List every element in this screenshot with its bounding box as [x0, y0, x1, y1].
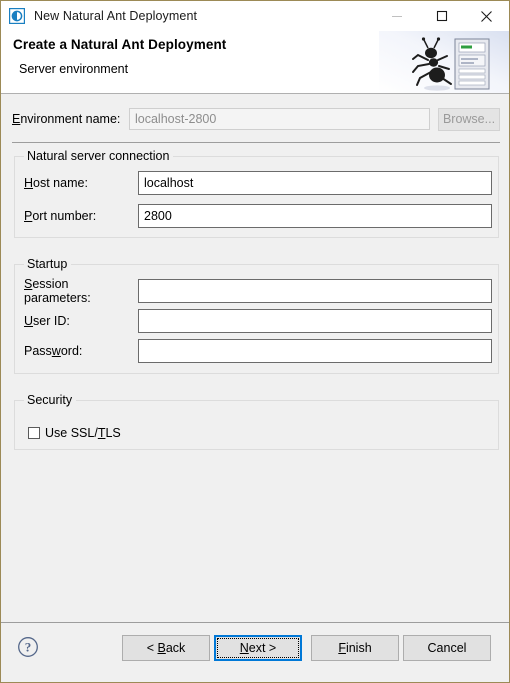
session-parameters-row: Session parameters:	[24, 277, 492, 305]
dialog-window: New Natural Ant Deployment Create a Natu…	[0, 0, 510, 683]
group-natural-server-connection: Natural server connection Host name: Por…	[14, 149, 499, 238]
dialog-body: Environment name: Browse... Natural serv…	[1, 94, 509, 622]
group-title-startup: Startup	[24, 257, 72, 271]
close-icon[interactable]	[464, 1, 509, 31]
back-button[interactable]: < Back	[122, 635, 210, 661]
password-row: Password:	[24, 339, 492, 363]
use-ssl-tls-label-pre: Use SSL/	[45, 426, 98, 440]
use-ssl-tls-checkbox[interactable]	[28, 427, 40, 439]
use-ssl-tls-checkbox-row[interactable]: Use SSL/TLS	[28, 426, 121, 440]
title-bar: New Natural Ant Deployment	[1, 1, 509, 31]
session-parameters-label: Session parameters:	[24, 277, 91, 305]
browse-button-label: Browse...	[442, 111, 496, 126]
minimize-icon[interactable]	[374, 1, 419, 31]
environment-name-input[interactable]	[129, 108, 430, 130]
cancel-button[interactable]: Cancel	[403, 635, 491, 661]
user-id-row: User ID:	[24, 309, 492, 333]
host-name-row: Host name:	[24, 171, 492, 195]
password-mnemonic: w	[51, 344, 61, 358]
back-button-label: < Back	[146, 641, 186, 655]
cancel-button-label: Cancel	[427, 641, 467, 655]
user-id-label: User ID:	[24, 314, 70, 328]
environment-name-label: Environment name:	[12, 112, 129, 126]
password-label: Password:	[24, 344, 83, 358]
finish-button[interactable]: Finish	[311, 635, 399, 661]
port-number-row: Port number:	[24, 204, 492, 228]
window-title: New Natural Ant Deployment	[34, 9, 198, 23]
browse-button[interactable]: Browse...	[438, 107, 500, 131]
port-number-label: Port number:	[24, 209, 97, 223]
group-startup: Startup Session parameters: User ID: Pas…	[14, 257, 499, 374]
user-id-mnemonic: U	[24, 314, 34, 328]
environment-name-label-rest: nvironment name:	[20, 112, 121, 126]
dialog-button-bar: ? < Back Next > Finish Cancel	[1, 622, 509, 682]
wizard-banner: Create a Natural Ant Deployment Server e…	[1, 31, 509, 94]
svg-text:?: ?	[25, 640, 32, 655]
next-button-label: Next >	[239, 641, 277, 655]
host-name-input[interactable]	[138, 171, 492, 195]
window-controls	[374, 1, 509, 31]
group-title-security: Security	[24, 393, 77, 407]
natural-app-icon	[8, 7, 26, 25]
maximize-icon[interactable]	[419, 1, 464, 31]
environment-name-row: Environment name: Browse...	[12, 107, 500, 131]
ant-and-server-icon	[379, 31, 509, 93]
use-ssl-tls-label-post: LS	[105, 426, 121, 440]
password-input[interactable]	[138, 339, 492, 363]
finish-button-label: Finish	[338, 641, 372, 655]
host-name-label: Host name:	[24, 176, 88, 190]
page-subtitle: Server environment	[19, 62, 129, 76]
port-number-input[interactable]	[138, 204, 492, 228]
user-id-input[interactable]	[138, 309, 492, 333]
next-button[interactable]: Next >	[214, 635, 302, 661]
group-security: Security Use SSL/TLS	[14, 393, 499, 450]
host-name-mnemonic: H	[24, 176, 34, 190]
page-title: Create a Natural Ant Deployment	[13, 37, 227, 52]
header-separator	[12, 142, 500, 143]
group-title-connection: Natural server connection	[24, 149, 174, 163]
help-question-icon[interactable]: ?	[17, 636, 39, 658]
session-parameters-input[interactable]	[138, 279, 492, 303]
use-ssl-tls-label: Use SSL/TLS	[45, 426, 121, 440]
